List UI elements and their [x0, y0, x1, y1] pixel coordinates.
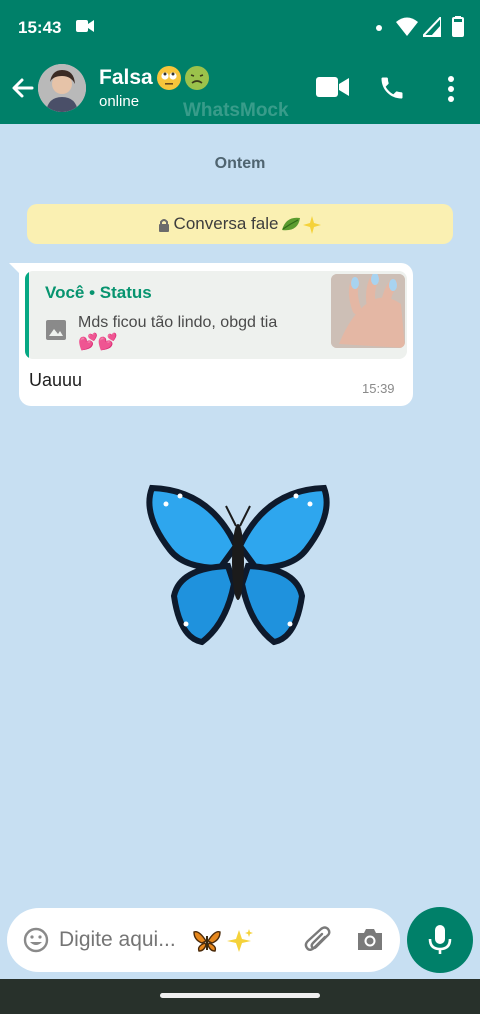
- butterfly-sticker[interactable]: [140, 484, 336, 649]
- quote-text: Mds ficou tão lindo, obgd tia: [78, 314, 278, 331]
- wifi-icon: [396, 17, 418, 36]
- two-hearts-emoji: 💕💕: [78, 334, 118, 351]
- status-thumbnail: [331, 274, 405, 348]
- more-options-icon[interactable]: [444, 74, 458, 104]
- butterfly-emoji: [193, 931, 221, 952]
- attach-icon[interactable]: [303, 925, 333, 955]
- date-separator: Ontem: [214, 155, 266, 172]
- notification-dot-icon: [376, 25, 382, 31]
- leaf-emoji: [282, 215, 322, 234]
- photo-icon: [46, 320, 66, 340]
- emoji-icon[interactable]: [23, 927, 49, 953]
- presence-status: online: [99, 93, 140, 110]
- lock-icon: [158, 218, 169, 232]
- chat-header: Falsa online WhatsMock: [0, 54, 480, 124]
- avatar[interactable]: [38, 64, 86, 112]
- status-bar: 15:43: [0, 0, 480, 54]
- message-composer: [7, 908, 400, 972]
- message-text: Uauuu: [29, 370, 83, 390]
- bubble-tail: [9, 263, 21, 275]
- system-nav-bar: [0, 979, 480, 1014]
- message-input[interactable]: [59, 908, 297, 972]
- nauseated-face-emoji: [185, 66, 209, 90]
- back-arrow-icon[interactable]: [8, 73, 38, 103]
- message-time: 15:39: [362, 381, 395, 396]
- voice-call-icon[interactable]: [378, 74, 406, 102]
- quote-text-block: Mds ficou tão lindo, obgd tia 💕💕: [78, 313, 336, 353]
- system-notice-text: Conversa fale: [173, 214, 279, 233]
- sparkles-emoji: [227, 929, 253, 952]
- quote-bar: [25, 271, 29, 359]
- battery-icon: [452, 16, 464, 37]
- status-time: 15:43: [18, 18, 62, 37]
- cell-signal-icon: [423, 17, 441, 37]
- face-with-rolling-eyes-emoji: [157, 66, 181, 90]
- message-bubble[interactable]: Você • Status Mds ficou tão lindo, obgd …: [9, 263, 413, 406]
- mic-icon: [428, 925, 452, 954]
- watermark: WhatsMock: [183, 100, 289, 121]
- video-recording-icon: [76, 20, 94, 32]
- chat-area[interactable]: Ontem Conversa fale Você • Status Mds fi…: [0, 124, 480, 979]
- mic-button[interactable]: [407, 907, 473, 973]
- camera-icon[interactable]: [356, 926, 384, 952]
- face-emojis: [157, 66, 209, 90]
- contact-name[interactable]: Falsa: [99, 66, 153, 90]
- system-notice[interactable]: Conversa fale: [27, 204, 453, 244]
- quoted-status[interactable]: Você • Status Mds ficou tão lindo, obgd …: [25, 271, 407, 359]
- placeholder-emojis: [193, 929, 253, 952]
- quote-author: Você • Status: [45, 283, 152, 302]
- video-call-icon[interactable]: [316, 76, 350, 98]
- home-gesture-handle[interactable]: [160, 993, 320, 998]
- sparkles-emoji: [303, 215, 322, 234]
